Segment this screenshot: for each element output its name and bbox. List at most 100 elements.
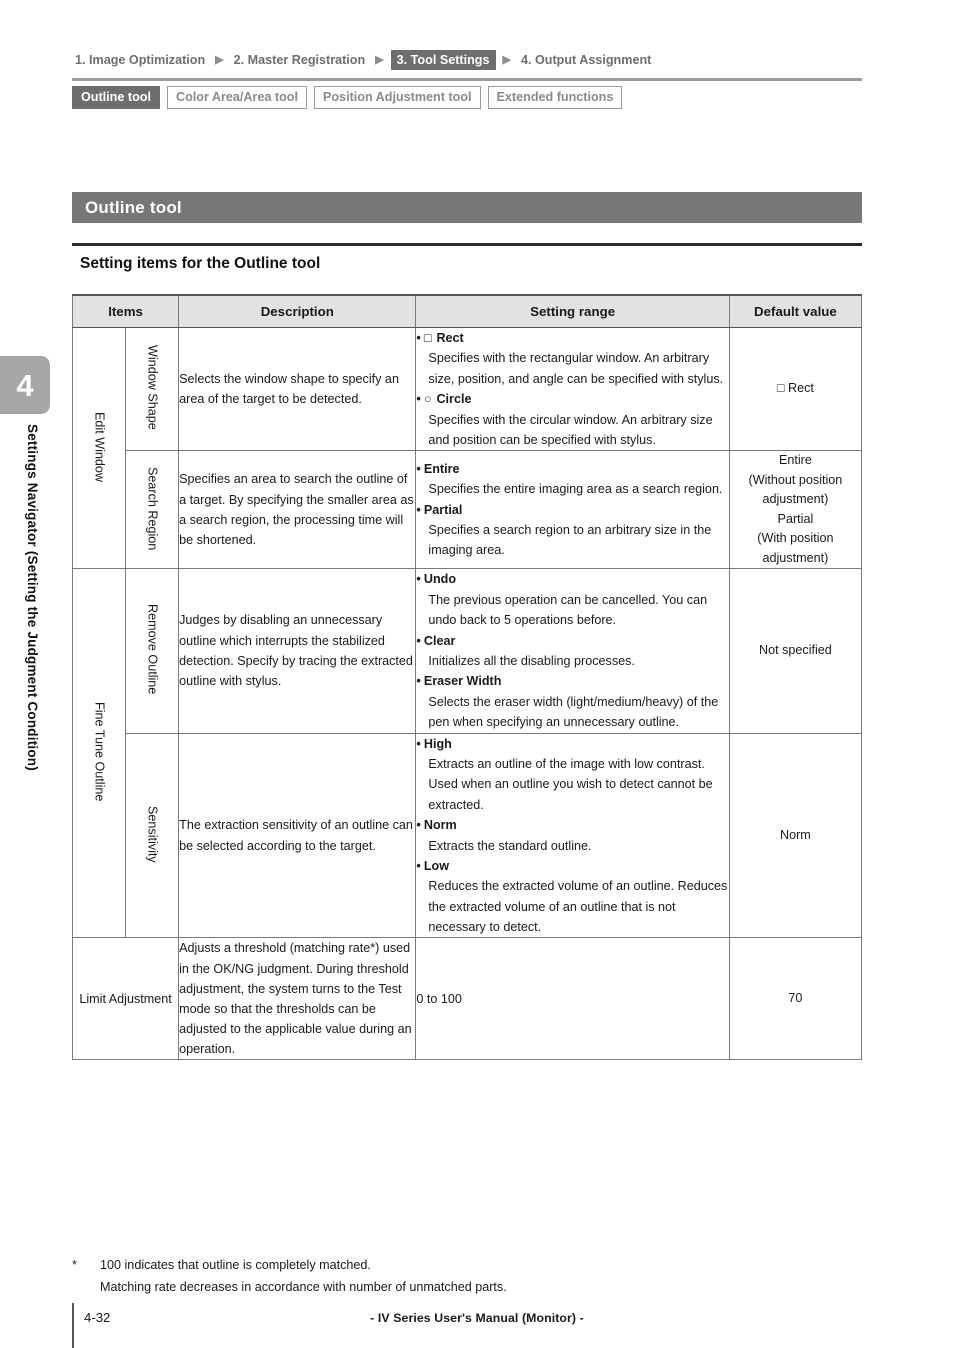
default-value-sensitivity: Norm bbox=[728, 732, 863, 939]
footnote: * 100 indicates that outline is complete… bbox=[72, 1255, 872, 1298]
option-description: Extracts an outline of the image with lo… bbox=[428, 756, 713, 812]
chapter-title-vertical: Settings Navigator (Setting the Judgment… bbox=[25, 424, 40, 771]
option-description: Specifies with the circular window. An a… bbox=[428, 412, 713, 447]
subsection-heading: Setting items for the Outline tool bbox=[80, 255, 321, 272]
description-sensitivity: The extraction sensitivity of an outline… bbox=[178, 732, 417, 939]
column-header-items: Items bbox=[71, 294, 180, 328]
item-label-sensitivity: Sensitivity bbox=[125, 732, 180, 939]
column-header-default-value: Default value bbox=[728, 294, 863, 328]
option-clear: • Clear Initializes all the disabling pro… bbox=[416, 631, 728, 672]
breadcrumb-item-image-optimization[interactable]: 1. Image Optimization bbox=[72, 51, 208, 69]
option-high: • High Extracts an outline of the image w… bbox=[416, 734, 728, 816]
footnote-lines: 100 indicates that outline is completely… bbox=[100, 1255, 872, 1298]
setting-range-window-shape: • □ Rect Specifies with the rectangular wi… bbox=[415, 326, 730, 452]
footnote-line-1: 100 indicates that outline is completely… bbox=[100, 1258, 371, 1272]
description-search-region: Specifies an area to search the outline … bbox=[178, 450, 417, 570]
setting-range-search-region: • Entire Specifies the entire imaging are… bbox=[415, 450, 730, 570]
default-line: adjustment) bbox=[762, 492, 829, 507]
default-line: Entire bbox=[778, 453, 812, 468]
option-description: Selects the eraser width (light/medium/h… bbox=[428, 694, 719, 730]
description-limit-adjustment: Adjusts a threshold (matching rate*) use… bbox=[178, 937, 417, 1061]
default-line: adjustment) bbox=[762, 550, 829, 565]
breadcrumb-arrow-icon: ▶ bbox=[502, 53, 511, 66]
page-title: Outline tool bbox=[85, 197, 182, 217]
default-line: (Without position bbox=[748, 472, 843, 487]
square-icon: □ bbox=[423, 331, 432, 345]
option-name: Entire bbox=[423, 461, 460, 476]
setting-range-sensitivity: • High Extracts an outline of the image w… bbox=[415, 732, 730, 939]
item-label-search-region: Search Region bbox=[125, 450, 180, 570]
default-value-remove-outline: Not specified bbox=[728, 568, 863, 734]
circle-icon: ○ bbox=[423, 392, 432, 407]
option-entire: • Entire Specifies the entire imaging are… bbox=[416, 459, 728, 500]
option-circle: • ○ Circle Specifies with the circular win… bbox=[416, 389, 728, 450]
item-label-window-shape: Window Shape bbox=[125, 326, 180, 452]
default-value-search-region: Entire (Without position adjustment) Par… bbox=[728, 450, 863, 570]
section-title-bar: Outline tool bbox=[72, 192, 862, 223]
footer-divider bbox=[72, 1303, 74, 1348]
tab-extended-functions[interactable]: Extended functions bbox=[487, 86, 623, 110]
option-description: Extracts the standard outline. bbox=[428, 838, 592, 853]
tab-color-area-area-tool[interactable]: Color Area/Area tool bbox=[166, 86, 307, 110]
default-line: (With position bbox=[757, 531, 834, 546]
default-line: Partial bbox=[777, 511, 814, 526]
tool-tab-bar: Outline tool Color Area/Area tool Positi… bbox=[72, 86, 629, 110]
breadcrumb-arrow-icon: ▶ bbox=[215, 53, 224, 66]
group-label-edit-window: Edit Window bbox=[71, 326, 127, 570]
table-row: Search Region Specifies an area to searc… bbox=[73, 450, 863, 570]
setting-range-limit-adjustment: 0 to 100 bbox=[415, 937, 730, 1061]
table-row: Fine Tune Outline Remove Outline Judges … bbox=[71, 568, 863, 939]
table-row: Sensitivity The extraction sensitivity o… bbox=[73, 732, 863, 939]
bullet-icon: • bbox=[416, 461, 421, 476]
default-value-window-shape: □ Rect bbox=[728, 326, 863, 452]
bullet-icon: • bbox=[416, 818, 421, 833]
option-name: Low bbox=[423, 858, 450, 873]
bullet-icon: • bbox=[416, 572, 421, 587]
breadcrumb-item-output-assignment[interactable]: 4. Output Assignment bbox=[518, 51, 654, 69]
table-head: Items Description Setting range Default … bbox=[71, 294, 863, 328]
bullet-icon: • bbox=[416, 392, 421, 407]
option-description: Specifies the entire imaging area as a s… bbox=[428, 482, 723, 497]
option-undo: • Undo The previous operation can be canc… bbox=[416, 569, 728, 630]
nav-divider bbox=[72, 78, 862, 81]
bullet-icon: • bbox=[416, 736, 421, 751]
group-label-fine-tune-outline: Fine Tune Outline bbox=[71, 568, 127, 939]
bullet-icon: • bbox=[416, 331, 421, 345]
option-norm: • Norm Extracts the standard outline. bbox=[416, 815, 728, 856]
tab-position-adjustment-tool[interactable]: Position Adjustment tool bbox=[313, 86, 481, 110]
table-row: Edit Window Window Shape Selects the win… bbox=[71, 326, 863, 570]
option-description: Initializes all the disabling processes. bbox=[428, 654, 635, 668]
option-rect: • □ Rect Specifies with the rectangular wi… bbox=[416, 328, 728, 389]
bullet-icon: • bbox=[416, 633, 421, 648]
option-name: Undo bbox=[423, 572, 457, 587]
footnote-marker: * bbox=[72, 1258, 77, 1272]
settings-table-container: Items Description Setting range Default … bbox=[71, 294, 863, 1061]
option-name: Eraser Width bbox=[423, 674, 502, 689]
item-label-limit-adjustment: Limit Adjustment bbox=[71, 937, 180, 1061]
tab-outline-tool[interactable]: Outline tool bbox=[72, 86, 160, 110]
breadcrumb-item-tool-settings[interactable]: 3. Tool Settings bbox=[390, 50, 496, 70]
footnote-line-2: Matching rate decreases in accordance wi… bbox=[100, 1279, 507, 1294]
default-value-limit-adjustment: 70 bbox=[728, 937, 863, 1061]
option-name: Clear bbox=[423, 633, 456, 648]
option-description: Specifies a search region to an arbitrar… bbox=[428, 523, 712, 558]
setting-range-remove-outline: • Undo The previous operation can be canc… bbox=[415, 568, 730, 734]
option-name: High bbox=[423, 736, 452, 751]
manual-title: - IV Series User's Manual (Monitor) - bbox=[370, 1311, 584, 1325]
column-header-description: Description bbox=[178, 294, 417, 328]
option-description: Reduces the extracted volume of an outli… bbox=[428, 879, 728, 935]
option-name: Partial bbox=[423, 502, 463, 517]
bullet-icon: • bbox=[416, 674, 421, 689]
chapter-number: 4 bbox=[16, 367, 34, 403]
option-partial: • Partial Specifies a search region to an… bbox=[416, 500, 728, 561]
table-row: Limit Adjustment Adjusts a threshold (ma… bbox=[71, 937, 863, 1061]
option-eraser-width: • Eraser Width Selects the eraser width (… bbox=[416, 671, 728, 732]
option-description: The previous operation can be cancelled.… bbox=[428, 592, 708, 628]
table-header-row: Items Description Setting range Default … bbox=[71, 294, 863, 328]
subsection-divider bbox=[72, 243, 862, 246]
breadcrumb-item-master-registration[interactable]: 2. Master Registration bbox=[231, 51, 369, 69]
item-label-remove-outline: Remove Outline bbox=[125, 568, 180, 734]
description-window-shape: Selects the window shape to specify an a… bbox=[178, 326, 417, 452]
breadcrumb: 1. Image Optimization ▶ 2. Master Regist… bbox=[72, 50, 654, 70]
bullet-icon: • bbox=[416, 502, 421, 517]
